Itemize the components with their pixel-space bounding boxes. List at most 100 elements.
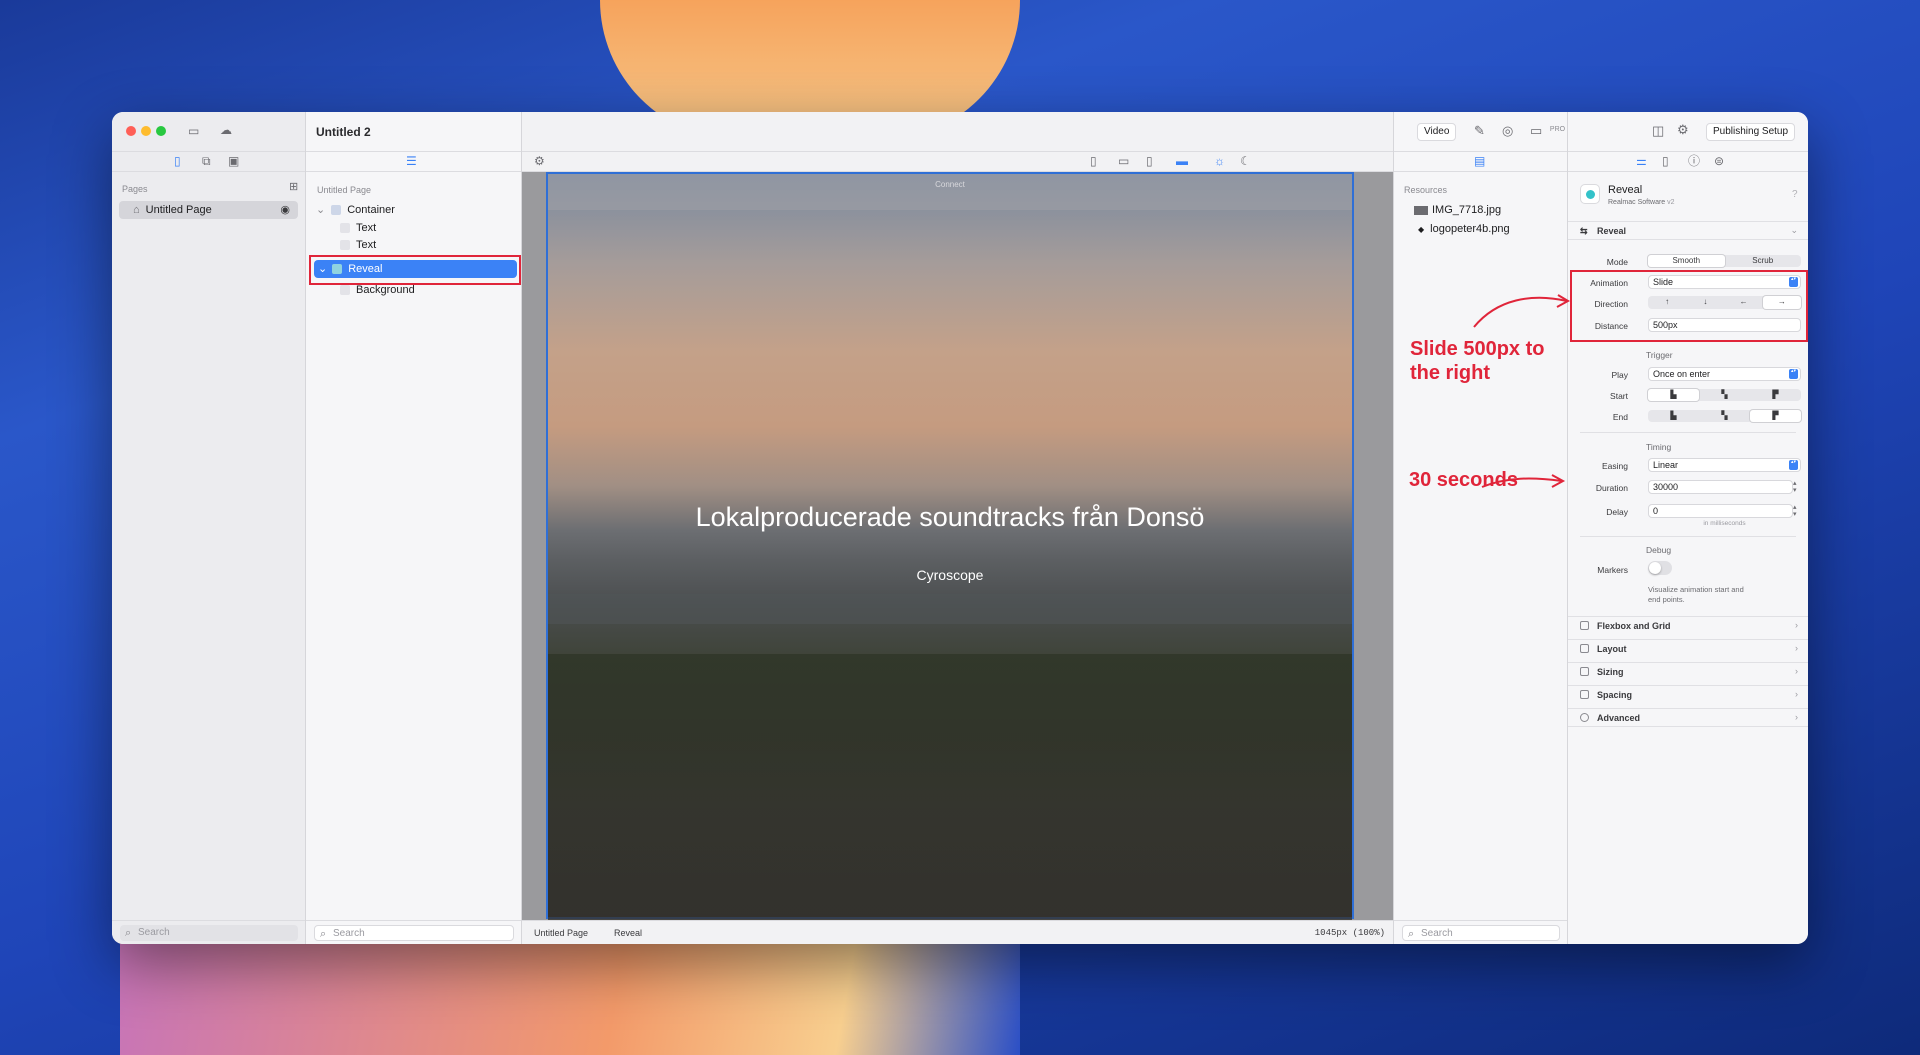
resource-file-item[interactable]: ◆ logopeter4b.png <box>1418 220 1510 238</box>
hillside <box>548 654 1352 921</box>
dark-mode-icon[interactable]: ☾ <box>1240 155 1251 167</box>
layers-search-input[interactable]: Search <box>314 925 514 942</box>
phone-preview-icon[interactable]: ▯ <box>1090 155 1097 167</box>
start-top-option[interactable]: ▛ <box>1750 389 1801 401</box>
sidebar-search-input[interactable]: Search <box>120 925 298 941</box>
markers-toggle[interactable] <box>1648 561 1672 575</box>
mode-scrub-option[interactable]: Scrub <box>1725 255 1802 267</box>
resources-panel: PRO LICENSE ▤ Resources IMG_7718.jpg ◆lo… <box>1393 112 1597 944</box>
layers-tab-icon[interactable]: ⊜ <box>1714 155 1724 167</box>
layers-list-icon[interactable]: ☰ <box>406 155 417 167</box>
start-bottom-option[interactable]: ▙ <box>1648 389 1699 401</box>
tablet-preview-icon[interactable]: ▯ <box>1146 155 1153 167</box>
pages-tab-icon[interactable]: ▯ <box>174 155 181 167</box>
markers-label: Markers <box>1597 565 1628 575</box>
section-sizing[interactable]: Sizing › <box>1568 662 1808 681</box>
section-title: Flexbox and Grid <box>1597 621 1671 631</box>
resources-search-input[interactable]: Search <box>1402 925 1560 942</box>
spacing-icon <box>1580 690 1589 699</box>
reveal-highlight-box <box>309 255 521 285</box>
light-mode-icon[interactable]: ☼ <box>1214 155 1225 167</box>
shoreline <box>548 594 1352 624</box>
section-advanced[interactable]: Advanced › <box>1568 708 1808 727</box>
compass-icon[interactable]: ◎ <box>1502 124 1513 137</box>
panel-toggle-icon[interactable]: ▭ <box>1530 124 1542 137</box>
properties-tab-icon[interactable]: ⚌ <box>1636 155 1647 167</box>
phone-landscape-preview-icon[interactable]: ▭ <box>1118 155 1129 167</box>
easing-select[interactable]: Linear <box>1648 458 1801 472</box>
mode-smooth-option[interactable]: Smooth <box>1648 255 1725 267</box>
delay-input[interactable]: 0 <box>1648 504 1793 518</box>
file-tab-icon[interactable]: ▯ <box>1662 155 1669 167</box>
layers-titlebar: Untitled 2 <box>306 112 521 152</box>
settings-gear-icon[interactable]: ⚙ <box>534 155 545 167</box>
layer-label: Background <box>356 284 415 296</box>
brush-icon[interactable]: ✎ <box>1474 124 1485 137</box>
chevron-right-icon: › <box>1795 620 1798 630</box>
layer-label: Text <box>356 222 377 234</box>
connect-label[interactable]: Connect <box>548 180 1352 189</box>
image-thumbnail-icon <box>1414 205 1428 215</box>
gear-icon[interactable]: ⚙ <box>1677 123 1689 136</box>
duration-input[interactable]: 30000 <box>1648 480 1793 494</box>
markers-hint: Visualize animation start and end points… <box>1648 585 1744 604</box>
text-icon <box>340 223 350 234</box>
visibility-eye-icon[interactable]: ◉ <box>280 201 290 219</box>
duplicate-tab-icon[interactable]: ⧉ <box>202 155 211 167</box>
section-flexbox-grid[interactable]: Flexbox and Grid › <box>1568 616 1808 635</box>
canvas-preview[interactable]: Connect Lokalproducerade soundtracks frå… <box>546 172 1354 921</box>
section-spacing[interactable]: Spacing › <box>1568 685 1808 704</box>
end-bottom-option[interactable]: ▙ <box>1648 410 1699 422</box>
sidebar-bottombar: Search <box>112 920 305 944</box>
help-icon[interactable]: ? <box>1792 190 1798 200</box>
folder-icon[interactable]: ▤ <box>1474 155 1485 167</box>
sizing-icon <box>1580 667 1589 676</box>
resource-file-item[interactable]: IMG_7718.jpg <box>1414 201 1501 219</box>
page-item[interactable]: ⌂ Untitled Page ◉ <box>119 201 298 219</box>
video-button[interactable]: Video <box>1417 123 1457 141</box>
layer-item-text[interactable]: Text <box>340 236 510 254</box>
media-tab-icon[interactable]: ▣ <box>228 155 239 167</box>
resources-section-label: Resources <box>1404 185 1448 195</box>
end-segmented-control[interactable]: ▙ ▚ ▛ <box>1648 410 1801 422</box>
chevron-down-icon: ⌄ <box>1790 225 1798 235</box>
divider <box>1580 536 1796 537</box>
start-segmented-control[interactable]: ▙ ▚ ▛ <box>1648 389 1801 401</box>
hero-subtitle: Cyroscope <box>916 567 984 583</box>
close-window-button[interactable] <box>126 126 136 136</box>
info-tab-icon[interactable]: ⓘ <box>1688 155 1700 167</box>
section-layout[interactable]: Layout › <box>1568 639 1808 658</box>
canvas-toolbar: ⚙ ▯ ▭ ▯ ▬ ☼ ☾ <box>522 152 1393 172</box>
play-select[interactable]: Once on enter <box>1648 367 1801 381</box>
pages-section-label: Pages <box>122 184 148 194</box>
component-name: Reveal <box>1608 184 1643 196</box>
zoom-window-button[interactable] <box>156 126 166 136</box>
reveal-section-header[interactable]: ⇆ Reveal ⌄ <box>1568 221 1808 240</box>
add-page-icon[interactable]: ⊞ <box>289 182 298 193</box>
canvas-area: ⚙ ▯ ▭ ▯ ▬ ☼ ☾ Connect Lokalproducerade s… <box>522 112 1393 944</box>
minimize-window-button[interactable] <box>141 126 151 136</box>
end-top-option[interactable]: ▛ <box>1750 410 1801 422</box>
layer-item-text[interactable]: Text <box>340 219 510 237</box>
layer-item-container[interactable]: ⌄ Container <box>316 201 516 219</box>
chevron-down-icon[interactable]: ⌄ <box>316 204 325 216</box>
document-title: Untitled 2 <box>316 125 371 139</box>
hero-title: Lokalproducerade soundtracks från Donsö <box>695 502 1205 532</box>
layer-label: Text <box>356 239 377 251</box>
mode-segmented-control[interactable]: Smooth Scrub <box>1648 255 1801 267</box>
sidebar-toggle-icon[interactable]: ▭ <box>188 125 199 137</box>
start-center-option[interactable]: ▚ <box>1699 389 1750 401</box>
delay-stepper-icon[interactable]: ▴ ▾ <box>1793 504 1797 518</box>
breadcrumb-reveal[interactable]: Reveal <box>614 928 642 938</box>
desktop-preview-icon[interactable]: ▬ <box>1176 155 1188 167</box>
duration-stepper-icon[interactable]: ▴ ▾ <box>1793 480 1797 494</box>
breadcrumb-page[interactable]: Untitled Page <box>534 928 588 938</box>
section-title: Spacing <box>1597 690 1633 700</box>
annotation-arrows <box>1473 294 1571 488</box>
layers-bottombar: Search <box>306 920 521 944</box>
reveal-section-icon: ⇆ <box>1580 226 1588 236</box>
inspector-toggle-icon[interactable]: ◫ <box>1652 124 1664 137</box>
cloud-icon[interactable]: ☁ <box>220 124 232 136</box>
publishing-setup-button[interactable]: Publishing Setup <box>1706 123 1796 141</box>
end-center-option[interactable]: ▚ <box>1699 410 1750 422</box>
